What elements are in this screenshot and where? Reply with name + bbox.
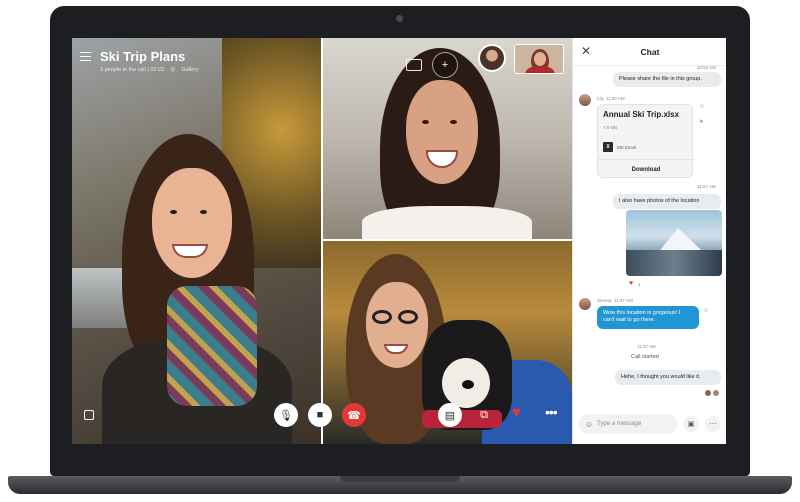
switch-view-button[interactable]: ⧉: [472, 403, 496, 427]
chat-icon: ▤: [444, 409, 456, 422]
avatar-lily: [579, 94, 591, 106]
message-bubble-outgoing: Please share the file in this group.: [613, 72, 721, 88]
switch-view-icon: ⧉: [480, 408, 488, 421]
download-button[interactable]: Download: [598, 159, 694, 179]
hang-up-icon: ☎: [347, 409, 361, 422]
attach-file-button[interactable]: ▣: [683, 416, 699, 432]
chat-header: ✕ Chat: [573, 38, 726, 66]
shared-photo[interactable]: [626, 210, 722, 276]
file-attachment-card[interactable]: Annual Ski Trip.xlsx 7.6 MB X MS Excel D…: [597, 104, 694, 179]
more-icon: ⋯: [709, 421, 717, 428]
file-size: 7.6 MB: [603, 125, 618, 130]
call-subtitle: 3 people in the call | 02:23 ◎ Gallery: [100, 66, 199, 74]
menu-icon[interactable]: [80, 52, 91, 61]
message-input-placeholder: Type a message: [597, 421, 642, 427]
webcam: [396, 15, 403, 22]
timestamp: 10:53 AM: [697, 65, 717, 70]
tile-divider-horizontal: [322, 239, 572, 241]
sender-label: Serena, 11:37 AM: [597, 298, 633, 303]
file-name: Annual Ski Trip.xlsx: [603, 110, 680, 119]
chat-title: Chat: [640, 47, 660, 57]
sender-label: Lily, 11:00 AM: [597, 96, 625, 101]
avatar-serena: [579, 298, 591, 310]
call-title: Ski Trip Plans: [100, 49, 186, 64]
chat-toggle-button[interactable]: ▤: [438, 403, 462, 427]
more-options-button[interactable]: •••: [545, 404, 558, 420]
system-message: Call started: [631, 354, 659, 360]
fullscreen-icon[interactable]: [84, 410, 94, 420]
chat-panel: ✕ Chat 10:53 AM Please share the file in…: [572, 38, 726, 444]
hang-up-button[interactable]: ☎: [342, 403, 366, 427]
video-tile-participant-1[interactable]: [72, 38, 322, 444]
read-receipt-avatar: [713, 390, 719, 396]
video-button[interactable]: ■: [308, 403, 332, 427]
file-type-label: MS Excel: [617, 144, 637, 150]
emoji-icon[interactable]: ☺: [585, 420, 593, 429]
message-bubble-outgoing: I also have photos of the location: [613, 194, 721, 210]
mic-icon: 🎙: [279, 409, 293, 422]
laptop-frame: Ski Trip Plans 3 people in the call | 02…: [0, 0, 800, 502]
call-top-toolbar: +: [406, 52, 458, 78]
more-chat-options-button[interactable]: ⋯: [705, 416, 721, 432]
read-receipt-avatar: [705, 390, 711, 396]
emoji-react-icon[interactable]: ☺: [703, 308, 709, 314]
tile-divider-vertical: [321, 38, 323, 444]
laptop-notch: [340, 476, 460, 482]
file-type: X MS Excel: [603, 142, 636, 152]
message-input[interactable]: ☺ Type a message: [579, 414, 677, 434]
gallery-label[interactable]: Gallery: [181, 67, 198, 73]
forward-icon[interactable]: ➤: [699, 118, 704, 125]
emoji-react-icon[interactable]: ☺: [699, 104, 705, 110]
message-bubble-incoming: Wow this location is gorgeous! I can't w…: [597, 306, 699, 329]
timestamp: 11:37 AM: [637, 344, 656, 349]
reaction-count: 1: [638, 282, 641, 287]
message-bubble-outgoing: Hehe, I thought you would like it.: [615, 370, 721, 386]
excel-file-icon: X: [603, 142, 613, 152]
heart-reaction-icon[interactable]: ♥: [629, 280, 633, 287]
add-participant-icon[interactable]: +: [432, 52, 458, 78]
attachment-icon: ▣: [687, 421, 695, 428]
mic-button[interactable]: 🎙: [274, 403, 298, 427]
gallery-icon[interactable]: ◎: [170, 66, 175, 73]
self-view-preview[interactable]: [514, 44, 564, 74]
timestamp: 11:07 AM: [697, 184, 716, 189]
heart-reaction-button[interactable]: ♥: [512, 404, 521, 421]
participant-thumbnail[interactable]: [478, 44, 506, 72]
call-participants-duration: 3 people in the call | 02:23: [100, 66, 165, 73]
screen-layout-icon[interactable]: [406, 59, 422, 71]
video-icon: ■: [316, 409, 324, 421]
screen: Ski Trip Plans 3 people in the call | 02…: [72, 38, 726, 444]
